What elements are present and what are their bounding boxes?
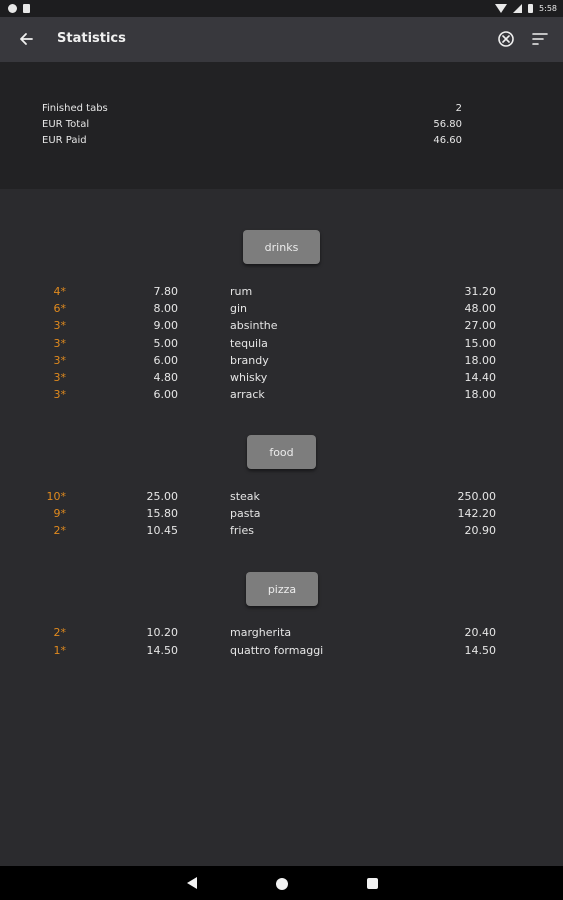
summary-row-eur-paid: EUR Paid 46.60	[42, 135, 462, 151]
item-quantity: 3*	[53, 337, 67, 350]
item-row: 1* 14.50 quattro formaggi 14.50	[0, 644, 563, 661]
item-quantity: 9*	[53, 507, 67, 520]
item-price: 14.50	[146, 644, 179, 657]
summary-row-eur-total: EUR Total 56.80	[42, 119, 462, 135]
summary-value: 56.80	[433, 119, 462, 130]
nav-back-icon[interactable]	[187, 877, 197, 889]
item-name: arrack	[230, 388, 265, 401]
item-name: whisky	[230, 371, 268, 384]
item-total: 20.40	[464, 626, 497, 639]
category-button-food[interactable]: food	[247, 435, 316, 469]
item-quantity: 10*	[46, 490, 67, 503]
status-bar: 5:58	[0, 0, 563, 17]
item-name: absinthe	[230, 319, 278, 332]
item-total: 14.50	[464, 644, 497, 657]
item-total: 142.20	[457, 507, 497, 520]
item-row: 3* 5.00 tequila 15.00	[0, 337, 563, 354]
item-quantity: 4*	[53, 285, 67, 298]
item-quantity: 3*	[53, 319, 67, 332]
summary-value: 2	[455, 103, 462, 114]
summary-panel: Finished tabs 2 EUR Total 56.80 EUR Paid…	[0, 62, 563, 189]
page-title: Statistics	[57, 31, 126, 46]
summary-label: EUR Total	[42, 119, 90, 130]
app-bar: Statistics	[0, 17, 563, 62]
item-total: 15.00	[464, 337, 497, 350]
item-name: tequila	[230, 337, 268, 350]
item-price: 8.00	[153, 302, 179, 315]
item-name: margherita	[230, 626, 292, 639]
item-name: fries	[230, 524, 254, 537]
item-row: 6* 8.00 gin 48.00	[0, 302, 563, 319]
item-quantity: 3*	[53, 354, 67, 367]
wifi-icon	[495, 4, 508, 13]
item-price: 25.00	[146, 490, 179, 503]
item-price: 9.00	[153, 319, 179, 332]
close-circle-icon	[498, 31, 514, 47]
item-row: 9* 15.80 pasta 142.20	[0, 507, 563, 524]
item-name: pasta	[230, 507, 261, 520]
nav-home-icon[interactable]	[276, 878, 288, 890]
arrow-back-icon	[20, 33, 33, 45]
item-quantity: 3*	[53, 388, 67, 401]
item-total: 31.20	[464, 285, 497, 298]
item-price: 5.00	[153, 337, 179, 350]
item-total: 48.00	[464, 302, 497, 315]
item-quantity: 2*	[53, 626, 67, 639]
item-row: 4* 7.80 rum 31.20	[0, 285, 563, 302]
battery-icon	[528, 4, 534, 13]
summary-label: EUR Paid	[42, 135, 87, 146]
item-total: 14.40	[464, 371, 497, 384]
back-button[interactable]	[16, 29, 36, 49]
item-name: brandy	[230, 354, 269, 367]
item-row: 3* 4.80 whisky 14.40	[0, 371, 563, 388]
item-price: 4.80	[153, 371, 179, 384]
item-total: 20.90	[464, 524, 497, 537]
item-price: 6.00	[153, 354, 179, 367]
item-name: steak	[230, 490, 260, 503]
item-price: 15.80	[146, 507, 179, 520]
status-left	[8, 4, 30, 13]
item-price: 10.20	[146, 626, 179, 639]
item-row: 3* 9.00 absinthe 27.00	[0, 319, 563, 336]
item-total: 18.00	[464, 354, 497, 367]
signal-icon	[513, 4, 523, 13]
summary-label: Finished tabs	[42, 103, 108, 114]
sort-icon	[532, 33, 548, 45]
item-price: 10.45	[146, 524, 179, 537]
item-row: 10* 25.00 steak 250.00	[0, 490, 563, 507]
item-total: 250.00	[457, 490, 497, 503]
item-price: 6.00	[153, 388, 179, 401]
sort-button[interactable]	[531, 30, 549, 48]
sd-card-icon	[23, 4, 30, 13]
status-right: 5:58	[495, 4, 557, 13]
category-button-pizza[interactable]: pizza	[246, 572, 318, 606]
item-price: 7.80	[153, 285, 179, 298]
item-row: 2* 10.20 margherita 20.40	[0, 626, 563, 643]
clear-button[interactable]	[497, 30, 515, 48]
item-row: 3* 6.00 brandy 18.00	[0, 354, 563, 371]
item-quantity: 3*	[53, 371, 67, 384]
system-navigation-bar	[0, 866, 563, 900]
status-clock: 5:58	[539, 4, 557, 13]
nav-recents-icon[interactable]	[367, 878, 378, 889]
item-quantity: 1*	[53, 644, 67, 657]
summary-value: 46.60	[433, 135, 462, 146]
item-total: 18.00	[464, 388, 497, 401]
item-row: 2* 10.45 fries 20.90	[0, 524, 563, 541]
item-quantity: 6*	[53, 302, 67, 315]
notification-icon	[8, 4, 17, 13]
item-total: 27.00	[464, 319, 497, 332]
item-name: quattro formaggi	[230, 644, 324, 657]
item-name: rum	[230, 285, 253, 298]
category-button-drinks[interactable]: drinks	[243, 230, 320, 264]
item-quantity: 2*	[53, 524, 67, 537]
item-row: 3* 6.00 arrack 18.00	[0, 388, 563, 405]
item-name: gin	[230, 302, 248, 315]
summary-row-finished-tabs: Finished tabs 2	[42, 103, 462, 119]
